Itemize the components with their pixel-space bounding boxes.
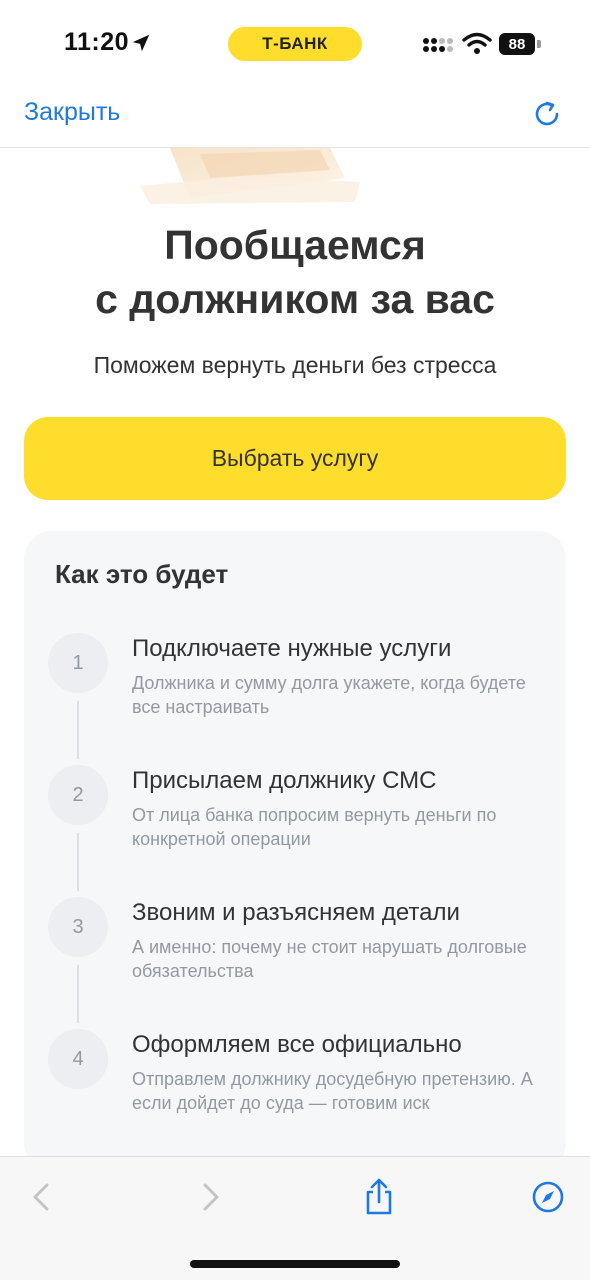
step-number: 1: [48, 633, 108, 693]
share-button[interactable]: [359, 1177, 399, 1217]
reload-button[interactable]: [530, 97, 564, 131]
close-button[interactable]: Закрыть: [24, 98, 120, 127]
status-time: 11:20: [64, 28, 130, 56]
step-number: 2: [48, 765, 108, 825]
title-line-2: с должником за вас: [95, 276, 495, 322]
step-connector: [77, 833, 79, 891]
forward-chevron-icon: [203, 1183, 219, 1211]
nav-bar: Закрыть: [0, 88, 590, 148]
step-title: Звоним и разъясняем детали: [132, 899, 460, 926]
compass-icon: [532, 1181, 564, 1213]
step-title: Подключаете нужные услуги: [132, 635, 452, 662]
home-indicator: [190, 1260, 400, 1268]
back-button[interactable]: [22, 1177, 62, 1217]
location-arrow-icon: [132, 34, 150, 52]
battery-icon: 88: [499, 33, 541, 55]
share-icon: [366, 1178, 392, 1215]
reload-icon: [535, 101, 559, 126]
steps-card: Как это будет 1 Подключаете нужные услуг…: [24, 531, 566, 1171]
step-number: 3: [48, 897, 108, 957]
status-bar: 11:20 Т-БАНК 88: [0, 0, 590, 88]
page-subtitle: Поможем вернуть деньги без стресса: [93, 352, 497, 378]
wifi-icon: [462, 32, 492, 54]
title-line-1: Пообщаемся: [164, 222, 426, 268]
hero-illustration: [130, 148, 360, 204]
step-description: От лица банка попросим вернуть деньги по…: [132, 805, 497, 849]
page-title: Пообщаемся с должником за вас: [0, 218, 590, 326]
battery-level: 88: [499, 33, 535, 55]
compass-button[interactable]: [528, 1177, 568, 1217]
signal-icon: [423, 38, 453, 52]
step-title: Оформляем все официально: [132, 1031, 462, 1058]
back-chevron-icon: [33, 1183, 49, 1211]
step-connector: [77, 701, 79, 759]
step-description: Должника и сумму долга укажете, когда бу…: [132, 673, 526, 717]
step-connector: [77, 965, 79, 1023]
forward-button[interactable]: [190, 1177, 230, 1217]
step-description: А именно: почему не стоит нарушать долго…: [132, 937, 527, 981]
step-title: Присылаем должнику СМС: [132, 767, 437, 794]
brand-pill[interactable]: Т-БАНК: [228, 27, 362, 61]
step-description: Отправлем должнику досудебную претензию.…: [132, 1069, 533, 1113]
steps-card-title: Как это будет: [55, 559, 229, 589]
choose-service-button[interactable]: Выбрать услугу: [24, 417, 566, 500]
step-number: 4: [48, 1029, 108, 1089]
